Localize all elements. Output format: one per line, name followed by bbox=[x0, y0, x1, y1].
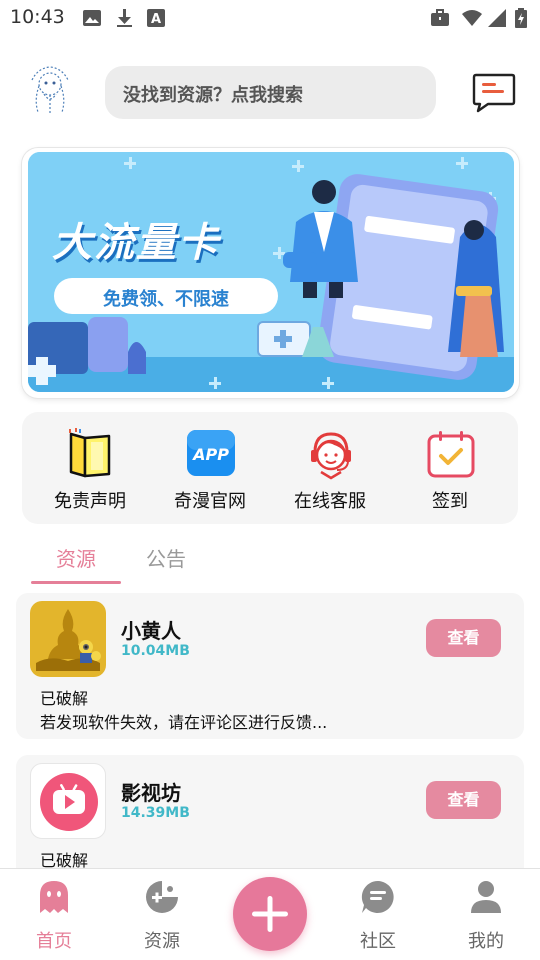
quick-action-label: 签到 bbox=[432, 491, 468, 512]
nav-resources[interactable]: 资源 bbox=[108, 869, 216, 960]
resource-note: 若发现软件失效，请在评论区进行反馈... bbox=[40, 713, 328, 732]
headset-icon bbox=[311, 432, 351, 480]
status-time: 10:43 bbox=[10, 6, 65, 28]
tab-resources[interactable]: 资源 bbox=[56, 543, 96, 572]
view-button[interactable]: 查看 bbox=[426, 781, 501, 819]
quick-action-label: 免责声明 bbox=[54, 491, 126, 512]
resource-size: 10.04MB bbox=[121, 643, 190, 659]
customer-service-button[interactable]: 在线客服 bbox=[268, 412, 392, 524]
chat-icon bbox=[361, 880, 394, 913]
nav-profile[interactable]: 我的 bbox=[432, 869, 540, 960]
gamepad-icon bbox=[146, 881, 178, 913]
resource-thumbnail bbox=[30, 763, 106, 839]
top-header: 没找到资源？点我搜索 bbox=[0, 50, 540, 130]
status-bar: 10:43 A bbox=[0, 0, 540, 36]
font-icon: A bbox=[147, 9, 165, 27]
quick-action-label: 在线客服 bbox=[294, 491, 366, 512]
battery-icon bbox=[515, 8, 527, 28]
nav-label: 社区 bbox=[360, 931, 396, 952]
wifi-icon bbox=[462, 10, 482, 26]
svg-text:A: A bbox=[151, 12, 161, 27]
image-icon bbox=[83, 10, 101, 26]
banner-subtitle-pill: 免费领、不限速 bbox=[54, 278, 278, 314]
search-placeholder: 没找到资源？点我搜索 bbox=[123, 85, 303, 106]
book-icon bbox=[69, 428, 111, 478]
content-tabs: 资源 公告 bbox=[0, 535, 540, 585]
resource-name: 小黄人 bbox=[121, 619, 181, 643]
banner-image[interactable]: 大流量卡 免费领、不限速 bbox=[28, 152, 514, 392]
banner-illustration bbox=[28, 152, 514, 392]
resource-thumbnail bbox=[30, 601, 106, 677]
app-icon-text: APP bbox=[191, 445, 229, 464]
search-input[interactable]: 没找到资源？点我搜索 bbox=[105, 66, 436, 119]
resource-name: 影视坊 bbox=[121, 781, 181, 805]
tab-announcements[interactable]: 公告 bbox=[146, 543, 186, 572]
disclaimer-button[interactable]: 免责声明 bbox=[28, 412, 152, 524]
message-icon[interactable] bbox=[472, 72, 516, 114]
app-logo bbox=[31, 66, 69, 114]
active-tab-indicator bbox=[31, 581, 121, 584]
bottom-navigation: 首页 资源 社区 我的 bbox=[0, 868, 540, 960]
nav-label: 资源 bbox=[144, 931, 180, 952]
nav-label: 首页 bbox=[36, 931, 72, 952]
app-icon: APP bbox=[187, 430, 235, 476]
promo-banner[interactable]: 大流量卡 免费领、不限速 bbox=[22, 148, 519, 398]
resource-card[interactable]: 小黄人 10.04MB 查看 已破解 若发现软件失效，请在评论区进行反馈... bbox=[16, 593, 524, 739]
signal-icon bbox=[488, 9, 506, 27]
resource-size: 14.39MB bbox=[121, 805, 190, 821]
add-button[interactable] bbox=[233, 877, 307, 951]
quick-actions: 免责声明 APP 奇漫官网 在线客服 签到 bbox=[22, 412, 518, 524]
banner-title: 大流量卡 bbox=[52, 220, 220, 266]
view-button[interactable]: 查看 bbox=[426, 619, 501, 657]
nav-home[interactable]: 首页 bbox=[0, 869, 108, 960]
user-icon bbox=[471, 881, 501, 913]
banner-subtitle: 免费领、不限速 bbox=[103, 289, 229, 310]
check-in-button[interactable]: 签到 bbox=[388, 412, 512, 524]
nav-community[interactable]: 社区 bbox=[324, 869, 432, 960]
resource-status: 已破解 bbox=[40, 689, 89, 708]
plus-icon bbox=[252, 896, 288, 932]
download-icon bbox=[117, 9, 132, 27]
nav-label: 我的 bbox=[468, 931, 504, 952]
briefcase-icon bbox=[431, 9, 449, 26]
calendar-check-icon bbox=[427, 431, 475, 478]
ghost-icon bbox=[40, 881, 68, 913]
official-site-button[interactable]: APP 奇漫官网 bbox=[148, 412, 272, 524]
quick-action-label: 奇漫官网 bbox=[174, 491, 246, 512]
